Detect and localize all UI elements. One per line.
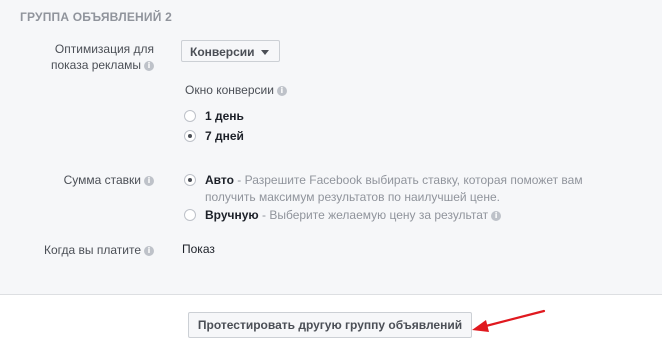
optimization-selected: Конверсии bbox=[190, 45, 255, 59]
info-icon[interactable]: i bbox=[491, 210, 502, 221]
radio-label: 7 дней bbox=[205, 129, 244, 143]
bid-auto-desc-1: - Разрешите Facebook выбирать ставку, ко… bbox=[233, 173, 583, 187]
bid-manual-name: Вручную bbox=[205, 208, 259, 222]
bid-option-auto[interactable]: Авто - Разрешите Facebook выбирать ставк… bbox=[184, 172, 583, 205]
conversion-window-option-7-days[interactable]: 7 дней bbox=[184, 128, 244, 144]
chevron-down-icon bbox=[260, 50, 269, 56]
info-icon[interactable]: i bbox=[276, 85, 287, 96]
arrow-head bbox=[472, 320, 489, 332]
bid-label: Сумма ставки i bbox=[64, 172, 154, 188]
radio-label: 1 день bbox=[205, 109, 244, 123]
bid-option-manual[interactable]: Вручную - Выберите желаемую цену за резу… bbox=[184, 207, 502, 223]
info-icon[interactable]: i bbox=[144, 245, 154, 256]
payment-label: Когда вы платите i bbox=[44, 242, 154, 258]
optimization-label-line2: показа рекламы bbox=[50, 58, 141, 72]
red-arrow-annotation bbox=[472, 309, 546, 332]
conversion-window-option-1-day[interactable]: 1 день bbox=[184, 108, 244, 124]
bid-auto-text: Авто - Разрешите Facebook выбирать ставк… bbox=[205, 172, 583, 205]
radio-manual[interactable] bbox=[184, 209, 196, 221]
optimization-label-line1: Оптимизация для bbox=[54, 42, 154, 56]
info-icon[interactable]: i bbox=[144, 175, 154, 186]
arrow-shaft bbox=[480, 309, 546, 329]
bid-auto-desc-2: получить максимум результатов по наилучш… bbox=[205, 190, 500, 204]
payment-value: Показ bbox=[182, 242, 215, 256]
test-another-ad-set-button[interactable]: Протестировать другую группу объявлений bbox=[188, 312, 472, 338]
section-title: ГРУППА ОБЪЯВЛЕНИЙ 2 bbox=[20, 10, 172, 24]
conversion-window-label: Окно конверсии i bbox=[185, 83, 287, 97]
radio-7-days[interactable] bbox=[184, 130, 196, 142]
radio-auto[interactable] bbox=[184, 174, 196, 186]
radio-1-day[interactable] bbox=[184, 110, 196, 122]
bid-manual-desc: - Выберите желаемую цену за результат bbox=[258, 208, 489, 222]
optimization-label: Оптимизация для показа рекламы i bbox=[51, 41, 154, 73]
bid-auto-name: Авто bbox=[205, 173, 234, 187]
info-icon[interactable]: i bbox=[144, 60, 154, 71]
optimization-dropdown[interactable]: Конверсии bbox=[181, 40, 280, 62]
